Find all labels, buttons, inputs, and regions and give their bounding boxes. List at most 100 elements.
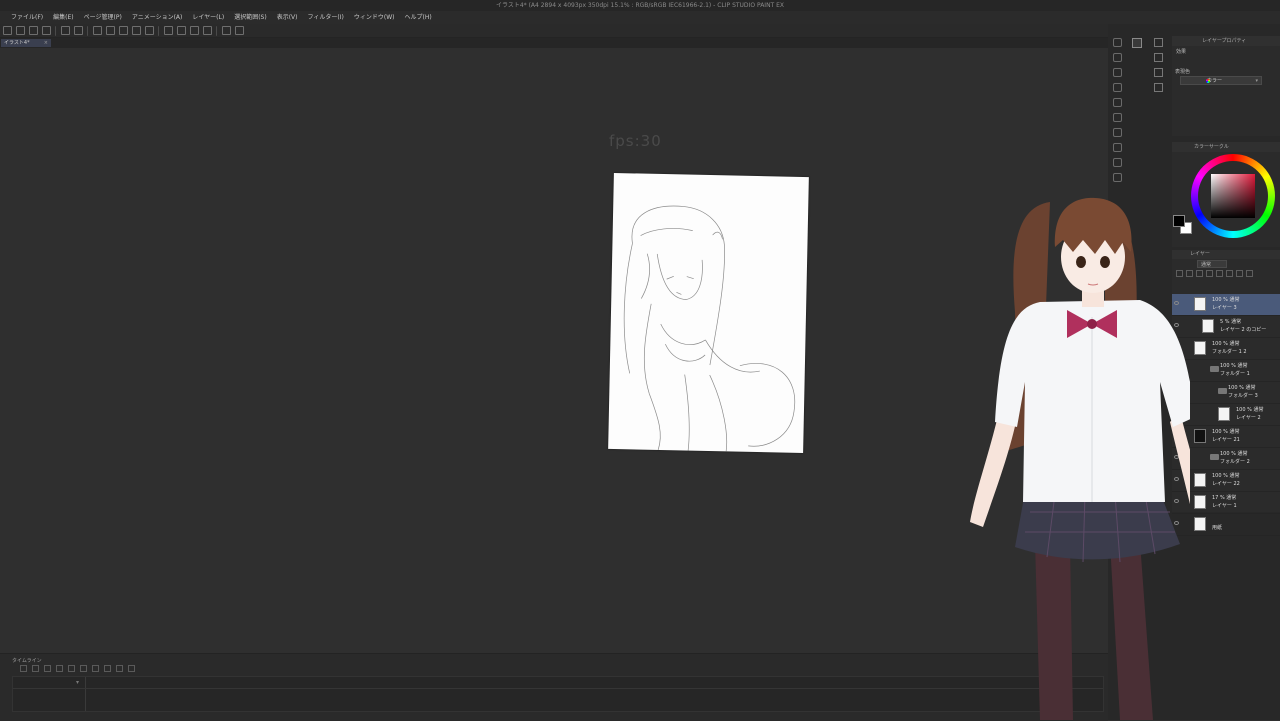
frame-tool-icon[interactable] <box>1113 158 1122 167</box>
menu-layer[interactable]: レイヤー(L) <box>187 11 229 24</box>
toolbar-divider <box>87 25 89 36</box>
pencil-tool-icon[interactable] <box>1113 53 1122 62</box>
tool-palette <box>1113 38 1126 188</box>
saturation-value-square[interactable] <box>1211 174 1255 218</box>
new-cel-icon[interactable] <box>116 665 123 672</box>
blend-mode-select[interactable]: 通常 <box>1197 260 1227 268</box>
color-mode-icon <box>1206 79 1210 83</box>
first-frame-icon[interactable] <box>32 665 39 672</box>
layer-name: フォルダー 1 2 <box>1212 349 1247 355</box>
fill-icon[interactable] <box>106 26 115 35</box>
menu-view[interactable]: 表示(V) <box>272 11 303 24</box>
next-frame-icon[interactable] <box>68 665 75 672</box>
last-frame-icon[interactable] <box>80 665 87 672</box>
snap-line-icon[interactable] <box>203 26 212 35</box>
redo-icon[interactable] <box>74 26 83 35</box>
layer-opacity-mode: 17 % 通常 <box>1212 495 1237 501</box>
expression-color-select[interactable]: カラー ▾ <box>1180 76 1262 85</box>
layer-opacity-mode: 100 % 通常 <box>1220 451 1248 457</box>
fps-overlay: fps:30 <box>609 132 662 150</box>
snap-grid-icon[interactable] <box>190 26 199 35</box>
panel-icon-c[interactable] <box>1154 83 1163 92</box>
new-timeline-icon[interactable] <box>20 665 27 672</box>
play-icon[interactable] <box>56 665 63 672</box>
layer-name: レイヤー 3 <box>1212 305 1237 311</box>
ruler-icon[interactable] <box>164 26 173 35</box>
panel-icon-strip <box>1154 38 1166 98</box>
chevron-down-icon[interactable]: ▾ <box>76 679 79 686</box>
layer-name: フォルダー 1 <box>1220 371 1250 377</box>
layer-opacity-mode: 100 % 通常 <box>1212 297 1240 303</box>
trash-icon[interactable] <box>1246 270 1253 277</box>
device-icon[interactable] <box>222 26 231 35</box>
invert-selection-icon[interactable] <box>145 26 154 35</box>
layer-name: レイヤー 1 <box>1212 503 1237 509</box>
new-folder-icon[interactable] <box>1196 270 1203 277</box>
menu-page[interactable]: ページ管理(P) <box>79 11 127 24</box>
close-panel-icon[interactable] <box>1154 38 1163 47</box>
lock-icon[interactable] <box>1226 270 1233 277</box>
save-icon[interactable] <box>29 26 38 35</box>
panel-icon-b[interactable] <box>1154 68 1163 77</box>
menu-animation[interactable]: アニメーション(A) <box>127 11 188 24</box>
fill-tool-icon[interactable] <box>1113 113 1122 122</box>
sub-tool-icon[interactable] <box>1132 38 1142 48</box>
layer-thumbnail <box>1194 495 1206 509</box>
layer-property-panel <box>1172 36 1280 136</box>
panel-icon-a[interactable] <box>1154 53 1163 62</box>
layer-thumbnail <box>1194 429 1206 443</box>
document-tab[interactable]: イラスト4* × <box>1 39 51 47</box>
transform-icon[interactable] <box>119 26 128 35</box>
brush-tool-icon[interactable] <box>1113 68 1122 77</box>
menu-selection[interactable]: 選択範囲(S) <box>229 11 272 24</box>
open-icon[interactable] <box>16 26 25 35</box>
reference-layer-icon[interactable] <box>1216 270 1223 277</box>
hue-ring[interactable] <box>1191 154 1275 238</box>
eraser-tool-icon[interactable] <box>1113 83 1122 92</box>
layer-opacity-mode: 100 % 通常 <box>1236 407 1264 413</box>
select-tool-icon[interactable] <box>1113 98 1122 107</box>
timeline-track[interactable]: ▾ <box>12 676 1104 712</box>
loop-icon[interactable] <box>92 665 99 672</box>
figure-tool-icon[interactable] <box>1113 143 1122 152</box>
layer-name: レイヤー 22 <box>1212 481 1240 487</box>
folder-icon <box>1218 388 1227 394</box>
folder-icon <box>1210 366 1219 372</box>
text-tool-icon[interactable] <box>1113 173 1122 182</box>
smartphone-link-icon[interactable] <box>235 26 244 35</box>
canvas-paper[interactable] <box>608 172 809 454</box>
timeline-row <box>13 688 1103 689</box>
mask-icon[interactable] <box>1236 270 1243 277</box>
deselect-icon[interactable] <box>132 26 141 35</box>
prev-frame-icon[interactable] <box>44 665 51 672</box>
expression-color-label: 表現色 <box>1175 69 1191 75</box>
close-icon[interactable]: × <box>44 39 48 47</box>
layer-name: フォルダー 2 <box>1220 459 1250 465</box>
gradient-tool-icon[interactable] <box>1113 128 1122 137</box>
layer-toolbar <box>1176 270 1278 278</box>
menu-help[interactable]: ヘルプ(H) <box>399 11 436 24</box>
document-tab-bar: イラスト4* × <box>0 38 1108 48</box>
export-icon[interactable] <box>42 26 51 35</box>
toolbar-divider <box>158 25 160 36</box>
menu-window[interactable]: ウィンドウ(W) <box>349 11 400 24</box>
onion-skin-icon[interactable] <box>104 665 111 672</box>
sketch-drawing <box>623 205 796 452</box>
command-bar <box>0 24 1108 38</box>
canvas-area[interactable] <box>0 48 1108 653</box>
layer-opacity-mode: 100 % 通常 <box>1212 429 1240 435</box>
settings-icon[interactable] <box>93 26 102 35</box>
undo-icon[interactable] <box>61 26 70 35</box>
menu-edit[interactable]: 編集(E) <box>48 11 78 24</box>
snap-icon[interactable] <box>177 26 186 35</box>
specify-cel-icon[interactable] <box>128 665 135 672</box>
pen-tool-icon[interactable] <box>1113 38 1122 47</box>
toolbar-divider <box>55 25 57 36</box>
clip-layer-icon[interactable] <box>1206 270 1213 277</box>
menu-filter[interactable]: フィルター(I) <box>303 11 349 24</box>
new-icon[interactable] <box>3 26 12 35</box>
menu-file[interactable]: ファイル(F) <box>6 11 48 24</box>
menu-bar: ファイル(F) 編集(E) ページ管理(P) アニメーション(A) レイヤー(L… <box>0 11 1280 24</box>
layer-name: レイヤー 21 <box>1212 437 1240 443</box>
layer-opacity-mode: 100 % 通常 <box>1212 473 1240 479</box>
